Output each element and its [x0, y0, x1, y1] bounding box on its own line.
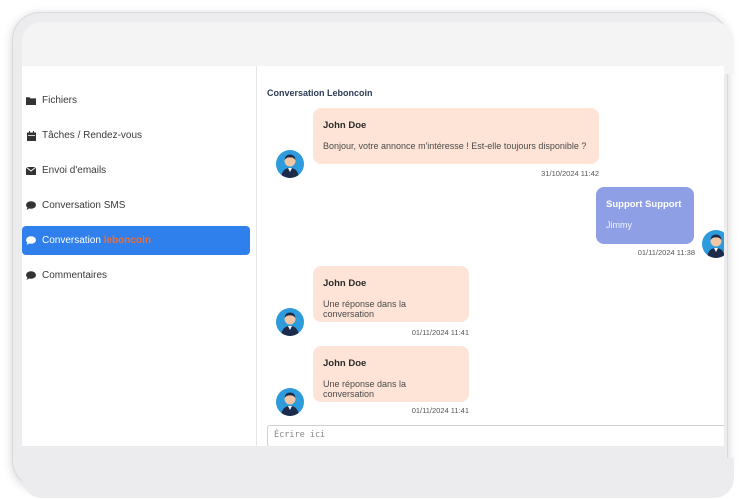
message-text: Une réponse dans la conversation — [323, 379, 407, 399]
message-bubble: John Doe Bonjour, votre annonce m'intére… — [313, 108, 599, 164]
message-bubble: John Doe Une réponse dans la conversatio… — [313, 266, 469, 322]
sidebar-item-emails[interactable]: Envoi d'emails — [22, 156, 250, 185]
sidebar-item-label: Conversation SMS — [42, 200, 126, 211]
avatar — [276, 308, 304, 336]
sidebar-item-taches[interactable]: Tâches / Rendez-vous — [22, 121, 250, 150]
leboncoin-brand-text: leboncoin — [103, 235, 151, 246]
message-author: John Doe — [323, 358, 367, 369]
app-screen: Fichiers Tâches / Rendez-vous Envoi d'em… — [22, 66, 724, 446]
chat-bubble-icon — [26, 236, 36, 246]
envelope-icon — [26, 166, 36, 176]
sidebar: Fichiers Tâches / Rendez-vous Envoi d'em… — [22, 66, 257, 446]
sidebar-item-label: Commentaires — [42, 270, 108, 281]
message-author: John Doe — [323, 278, 367, 289]
message-text: Jimmy — [606, 220, 632, 230]
avatar — [276, 388, 304, 416]
sidebar-item-fichiers[interactable]: Fichiers — [22, 86, 250, 115]
calendar-icon — [26, 130, 36, 141]
screen-bottom-bar — [22, 458, 734, 498]
sidebar-item-label: Fichiers — [42, 95, 78, 106]
conversation-panel: Conversation Leboncoin John Doe Bonjour,… — [257, 66, 724, 446]
message-timestamp: 01/11/2024 11:41 — [411, 406, 469, 415]
message-input[interactable]: Écrire ici — [267, 425, 724, 446]
page-title: Conversation Leboncoin — [267, 88, 373, 98]
message-text: Une réponse dans la conversation — [323, 299, 407, 319]
sidebar-item-commentaires[interactable]: Commentaires — [22, 261, 250, 290]
avatar — [276, 150, 304, 178]
sidebar-item-label: Conversation — [42, 235, 104, 246]
message-timestamp: 01/11/2024 11:41 — [411, 328, 469, 337]
sidebar-item-leboncoin[interactable]: Conversation leboncoin — [22, 226, 250, 255]
chat-bubble-icon — [26, 271, 36, 281]
avatar — [702, 230, 724, 258]
message-bubble: John Doe Une réponse dans la conversatio… — [313, 346, 469, 402]
message-timestamp: 31/10/2024 11:42 — [541, 169, 599, 178]
chat-bubble-icon — [26, 201, 36, 211]
message-bubble-outgoing: Support Support Jimmy — [596, 187, 694, 244]
message-text: Bonjour, votre annonce m'intéresse ! Est… — [323, 141, 587, 151]
sidebar-item-label: Envoi d'emails — [42, 165, 107, 176]
sidebar-item-label: Tâches / Rendez-vous — [42, 130, 143, 141]
folder-icon — [26, 96, 36, 106]
message-author: Support Support — [606, 199, 682, 210]
sidebar-item-sms[interactable]: Conversation SMS — [22, 191, 250, 220]
message-author: John Doe — [323, 120, 367, 131]
message-timestamp: 01/11/2024 11:38 — [637, 248, 695, 257]
